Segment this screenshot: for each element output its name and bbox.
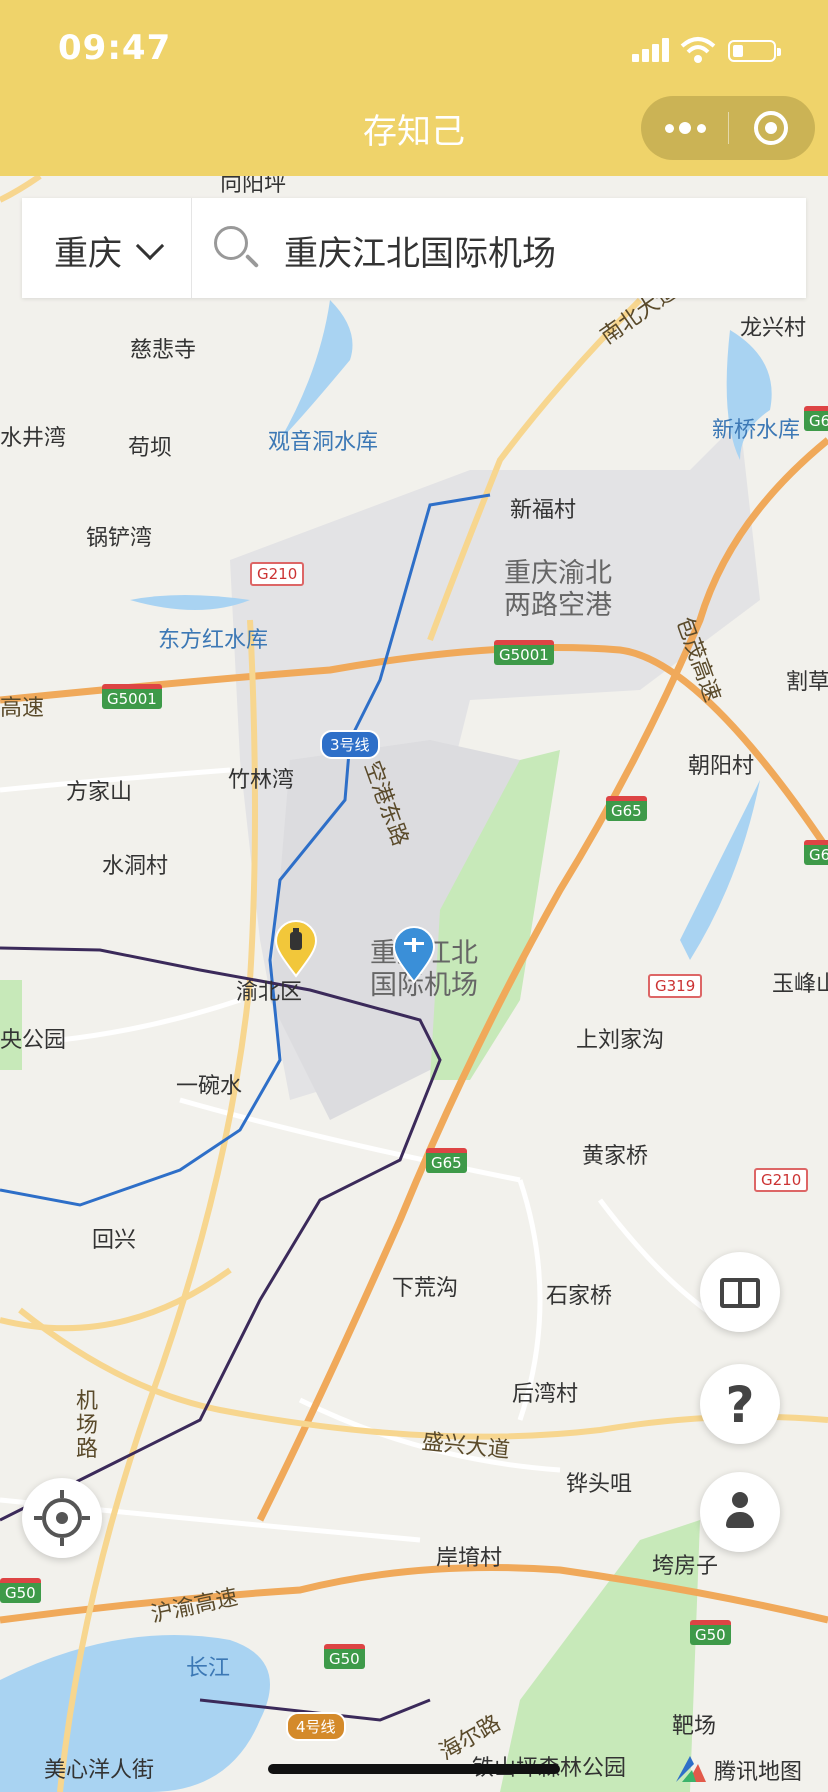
map-label: 锅铲湾 — [86, 526, 153, 551]
status-icons — [632, 36, 792, 64]
map-label: 回兴 — [92, 1228, 137, 1253]
more-button[interactable] — [663, 112, 709, 144]
map-label: 下荒沟 — [392, 1276, 459, 1301]
map-label: 机场路 — [76, 1389, 99, 1462]
map-label: 方家山 — [66, 780, 133, 805]
map-label: 新桥水库 — [712, 418, 801, 443]
road-shield: G65 — [606, 796, 647, 821]
search-bar: 重庆 重庆江北国际机场 — [22, 198, 806, 298]
metro-badge: 3号线 — [320, 730, 380, 759]
map-label: 慈悲寺 — [130, 338, 197, 363]
road-shield: G5001 — [494, 640, 554, 665]
map-label: 岸堉村 — [436, 1546, 503, 1571]
chevron-down-icon — [135, 231, 165, 261]
map-label: 苟坝 — [128, 436, 173, 461]
map-label: 朝阳村 — [688, 754, 755, 779]
user-icon — [726, 1492, 754, 1532]
map-label: 美心洋人街 — [44, 1758, 155, 1783]
road-shield: G65 — [804, 840, 828, 865]
city-label: 重庆 — [54, 234, 122, 274]
map-label: 铧头咀 — [566, 1472, 633, 1497]
road-shield: G210 — [250, 562, 305, 586]
map-label: 观音洞水库 — [268, 430, 379, 455]
road-shield: G210 — [754, 1168, 809, 1192]
home-indicator[interactable] — [268, 1764, 560, 1774]
signal-icon — [632, 38, 672, 62]
city-selector[interactable]: 重庆 — [22, 198, 192, 298]
battery-icon — [728, 40, 781, 62]
map-label: 垮房子 — [652, 1554, 719, 1579]
map-view[interactable]: 向阳坪 慈悲寺 水井湾 苟坝 观音洞水库 锅铲湾 东方红水库 新福村 龙兴村 新… — [0, 176, 828, 1792]
map-label: 割草 — [786, 670, 828, 695]
map-label: 龙兴村 — [740, 316, 807, 341]
map-label: 石家桥 — [546, 1284, 613, 1309]
road-shield: G65 — [804, 406, 828, 431]
road-shield: G50 — [324, 1644, 365, 1669]
tencent-map-logo-icon — [676, 1756, 706, 1782]
wifi-icon — [680, 37, 716, 63]
map-label: 一碗水 — [176, 1074, 243, 1099]
map-label: 玉峰山 — [772, 972, 828, 997]
map-label: 渝北区 — [236, 980, 303, 1005]
road-shield: G50 — [690, 1620, 731, 1645]
map-label: 水洞村 — [102, 854, 169, 879]
map-label: 向阳坪 — [220, 176, 287, 197]
map-label: 新福村 — [510, 498, 577, 523]
road-shield: G319 — [648, 974, 703, 998]
search-input[interactable]: 重庆江北国际机场 — [284, 226, 556, 275]
map-label: 水井湾 — [0, 426, 67, 451]
map-label: 竹林湾 — [228, 768, 295, 793]
help-button[interactable]: ? — [700, 1364, 780, 1444]
road-shield: G5001 — [102, 684, 162, 709]
road-shield: G65 — [426, 1148, 467, 1173]
locate-button[interactable] — [22, 1478, 102, 1558]
destination-marker[interactable] — [392, 926, 436, 984]
map-label: 长江 — [186, 1656, 231, 1681]
search-icon — [214, 226, 260, 272]
locate-icon — [34, 1490, 90, 1546]
map-label: 后湾村 — [512, 1382, 579, 1407]
miniapp-capsule — [641, 96, 815, 160]
road-shield: G50 — [0, 1578, 41, 1603]
metro-badge: 4号线 — [286, 1712, 346, 1741]
map-label: 上刘家沟 — [576, 1028, 665, 1053]
question-icon: ? — [725, 1376, 755, 1434]
map-label: 重庆渝北两路空港 — [504, 558, 612, 621]
map-label: 央公园 — [0, 1028, 67, 1053]
close-miniapp-button[interactable] — [754, 111, 788, 145]
guide-button[interactable] — [700, 1252, 780, 1332]
brand-name: 腾讯地图 — [714, 1760, 803, 1785]
user-button[interactable] — [700, 1472, 780, 1552]
book-icon — [720, 1278, 760, 1308]
map-label: 靶场 — [672, 1714, 717, 1739]
map-brand: 腾讯地图 — [674, 1748, 828, 1788]
status-time: 09:47 — [58, 28, 172, 68]
top-bar: 09:47 存知己 — [0, 0, 828, 176]
map-label: 高速 — [0, 696, 45, 721]
map-label: 黄家桥 — [582, 1144, 649, 1169]
current-location-marker[interactable] — [274, 920, 318, 978]
map-label: 东方红水库 — [158, 628, 269, 653]
